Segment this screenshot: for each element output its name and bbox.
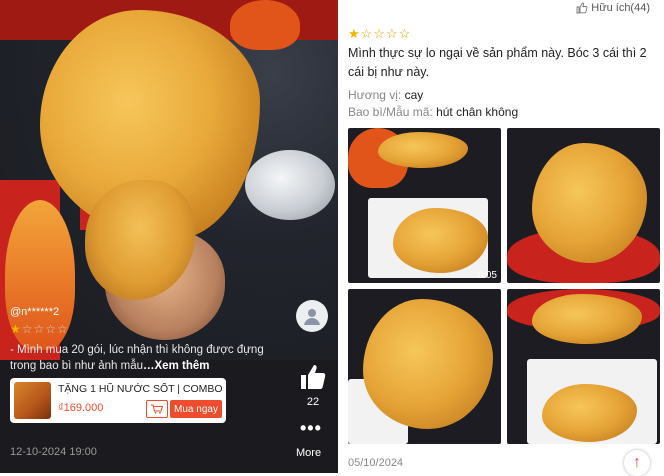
product-price: ₫169.000 [58, 402, 104, 414]
attribute-value: cay [404, 88, 424, 102]
more-label[interactable]: More [296, 447, 321, 459]
review-text: - Mình mua 20 gói, lúc nhận thì không đư… [10, 342, 265, 374]
review-body: - Mình mua 20 gói, lúc nhận thì không đư… [10, 344, 264, 372]
product-title: TẶNG 1 HŨ NƯỚC SỐT | COMBO... [58, 383, 223, 395]
helpful-count: Hữu ích(44) [591, 2, 650, 14]
star-empty-icon: ☆☆☆☆ [360, 26, 412, 41]
review-date: 05/10/2024 [348, 457, 404, 469]
left-review-panel: @n******2 ★☆☆☆☆ - Mình mua 20 gói, lúc n… [0, 0, 338, 473]
video-duration: 0:05 [477, 270, 497, 281]
attribute-flavor: Hương vị: cay [348, 88, 423, 102]
like-count: 22 [306, 396, 320, 408]
rating-stars: ★☆☆☆☆ [348, 26, 411, 42]
review-photo-thumbnail[interactable] [507, 128, 660, 283]
product-card[interactable]: TẶNG 1 HŨ NƯỚC SỐT | COMBO... ₫169.000 M… [10, 378, 226, 423]
flame-graphic [230, 0, 300, 50]
chicken-graphic [363, 299, 493, 429]
right-review-panel: Hữu ích(44) ★☆☆☆☆ Mình thực sự lo ngại v… [338, 0, 664, 476]
star-filled-icon: ★ [348, 26, 361, 41]
review-photo-thumbnail[interactable] [348, 289, 501, 444]
review-photo-thumbnail[interactable] [507, 289, 660, 444]
attribute-value: hút chân không [436, 105, 519, 119]
see-more-link[interactable]: …Xem thêm [143, 360, 209, 372]
star-filled-icon: ★ [10, 322, 22, 336]
avatar-icon[interactable] [296, 300, 328, 332]
review-video-thumbnail[interactable]: 0:05 [348, 128, 501, 283]
review-date: 12-10-2024 19:00 [10, 446, 97, 458]
product-thumbnail [14, 382, 51, 419]
rating-stars: ★☆☆☆☆ [10, 322, 69, 336]
more-dots-icon[interactable]: ••• [300, 418, 322, 439]
attribute-key: Bao bì/Mẫu mã: [348, 105, 433, 119]
spoon-graphic [245, 150, 335, 220]
helpful-button[interactable]: Hữu ích(44) [576, 2, 650, 14]
scroll-top-icon[interactable]: ↑ [624, 450, 650, 476]
chicken-graphic [378, 132, 468, 168]
thumbs-up-icon[interactable] [298, 362, 328, 392]
reviewer-username[interactable]: @n******2 [10, 306, 59, 318]
star-empty-icon: ☆☆☆☆ [21, 322, 69, 336]
attribute-key: Hương vị: [348, 88, 402, 102]
thumbs-up-icon [576, 2, 588, 14]
buy-now-button[interactable]: Mua ngay [170, 400, 222, 418]
cart-icon[interactable] [146, 400, 168, 418]
chicken-graphic [532, 294, 642, 344]
attribute-packaging: Bao bì/Mẫu mã: hút chân không [348, 105, 518, 119]
review-text: Mình thực sự lo ngại về sản phẩm này. Bó… [348, 46, 647, 79]
